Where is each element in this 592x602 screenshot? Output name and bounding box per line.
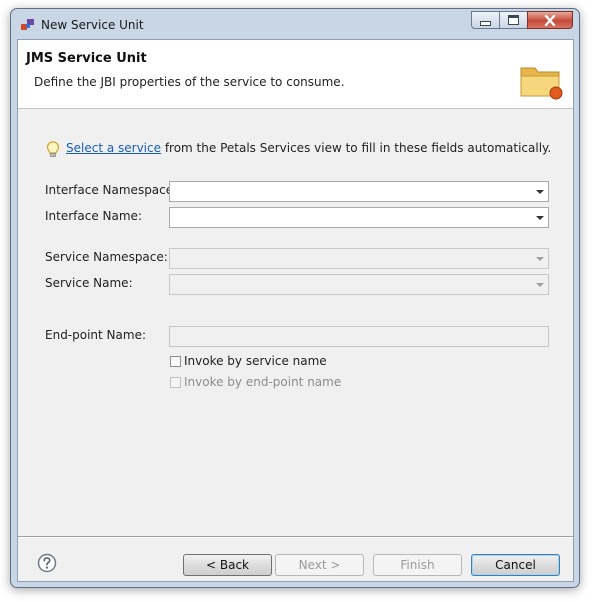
window-title: New Service Unit — [41, 18, 144, 32]
chevron-down-icon — [531, 249, 548, 268]
button-bar-separator — [18, 536, 573, 538]
dialog-window: New Service Unit JMS Service Unit Define… — [10, 8, 580, 588]
maximize-button[interactable] — [499, 11, 527, 29]
invoke-by-endpoint-checkbox: Invoke by end-point name — [170, 375, 341, 389]
select-service-link[interactable]: Select a service — [66, 141, 161, 155]
chevron-down-icon — [531, 275, 548, 294]
back-button[interactable]: < Back — [183, 554, 272, 576]
invoke-by-endpoint-label: Invoke by end-point name — [184, 375, 342, 389]
finish-button: Finish — [373, 554, 462, 576]
hint-rest: from the Petals Services view to fill in… — [161, 141, 552, 155]
endpoint-name-field — [169, 326, 549, 347]
interface-name-label: Interface Name: — [45, 209, 142, 223]
title-bar[interactable]: New Service Unit — [11, 9, 579, 39]
dialog-client-area: JMS Service Unit Define the JBI properti… — [17, 39, 574, 582]
next-button: Next > — [275, 554, 364, 576]
chevron-down-icon[interactable] — [531, 208, 548, 227]
lightbulb-icon — [46, 141, 60, 157]
help-icon[interactable] — [37, 553, 57, 573]
invoke-by-service-checkbox[interactable]: Invoke by service name — [170, 354, 327, 368]
page-title: JMS Service Unit — [26, 51, 147, 66]
chevron-down-icon[interactable] — [531, 182, 548, 201]
folder-icon — [520, 67, 563, 100]
checkbox-box — [170, 376, 181, 388]
wizard-header: JMS Service Unit Define the JBI properti… — [18, 40, 573, 109]
cancel-button[interactable]: Cancel — [471, 554, 560, 576]
service-namespace-label: Service Namespace: — [45, 250, 168, 264]
close-button[interactable] — [527, 11, 573, 29]
service-namespace-combo — [169, 248, 549, 269]
interface-namespace-label: Interface Namespace: — [45, 183, 178, 197]
close-icon — [544, 14, 556, 26]
interface-name-combo[interactable] — [169, 207, 549, 228]
service-name-label: Service Name: — [45, 276, 133, 290]
hint-text: Select a service from the Petals Service… — [66, 141, 551, 155]
invoke-by-service-label: Invoke by service name — [184, 354, 327, 368]
minimize-icon — [480, 20, 491, 26]
page-description: Define the JBI properties of the service… — [34, 75, 345, 89]
interface-namespace-combo[interactable] — [169, 181, 549, 202]
checkbox-box[interactable] — [170, 355, 181, 367]
minimize-button[interactable] — [471, 11, 499, 29]
service-name-combo — [169, 274, 549, 295]
endpoint-name-label: End-point Name: — [45, 328, 146, 342]
maximize-icon — [508, 15, 519, 25]
app-icon — [21, 19, 34, 30]
